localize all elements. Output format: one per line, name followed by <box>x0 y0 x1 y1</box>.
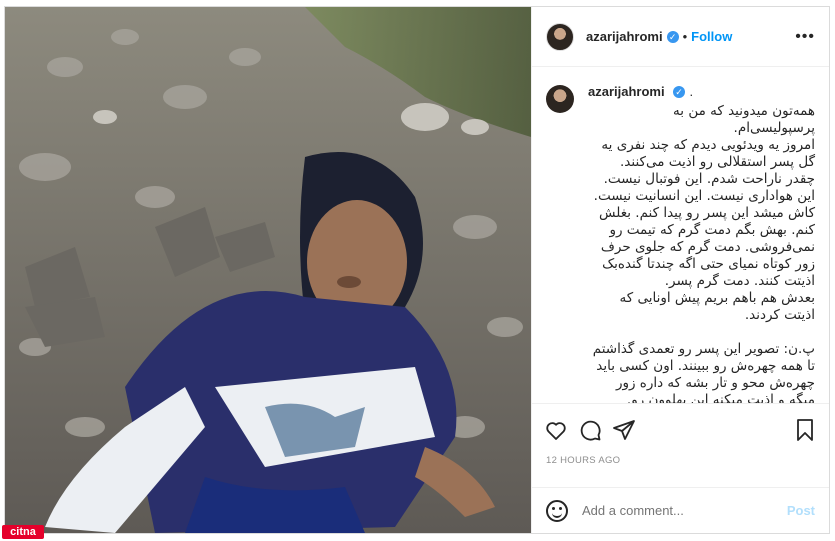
follow-button[interactable]: Follow <box>691 29 732 44</box>
emoji-icon[interactable] <box>546 499 568 522</box>
author-avatar[interactable] <box>546 22 574 51</box>
verified-badge-icon: ✓ <box>666 30 679 43</box>
caption-author-line: azarijahromi ✓ . <box>588 83 815 101</box>
post-timestamp[interactable]: 12 HOURS AGO <box>532 455 829 487</box>
caption-body: azarijahromi ✓ . همه‌تون میدونید که من ب… <box>588 83 815 403</box>
caption-suffix: . <box>689 84 694 99</box>
caption-area[interactable]: azarijahromi ✓ . همه‌تون میدونید که من ب… <box>532 67 829 403</box>
caption-avatar[interactable] <box>546 85 574 113</box>
separator-dot: • <box>682 29 688 44</box>
share-icon[interactable] <box>612 418 636 442</box>
post-comment-button[interactable]: Post <box>787 503 815 518</box>
instagram-post: azarijahromi ✓ • Follow ••• azarijahromi… <box>4 6 830 534</box>
add-comment-bar: Post <box>532 487 829 533</box>
comment-input[interactable] <box>582 503 787 518</box>
bookmark-icon[interactable] <box>793 418 817 442</box>
caption-text: همه‌تون میدونید که من به پرسپولیسی‌ام. ا… <box>592 103 815 403</box>
screen: azarijahromi ✓ • Follow ••• azarijahromi… <box>0 0 835 541</box>
post-side-panel: azarijahromi ✓ • Follow ••• azarijahromi… <box>531 7 829 533</box>
caption-row: azarijahromi ✓ . همه‌تون میدونید که من ب… <box>546 83 815 403</box>
video-frame-image <box>5 7 531 533</box>
post-video[interactable] <box>5 7 531 533</box>
caption-username[interactable]: azarijahromi <box>588 84 665 99</box>
author-username[interactable]: azarijahromi <box>586 29 663 44</box>
comment-icon[interactable] <box>578 418 602 442</box>
post-header: azarijahromi ✓ • Follow ••• <box>532 7 829 67</box>
more-options-icon[interactable]: ••• <box>795 28 815 46</box>
caption-verified-badge-icon: ✓ <box>673 85 686 98</box>
news-agency-logo: citna <box>2 525 44 539</box>
action-bar <box>532 403 829 455</box>
heart-icon[interactable] <box>544 418 568 442</box>
